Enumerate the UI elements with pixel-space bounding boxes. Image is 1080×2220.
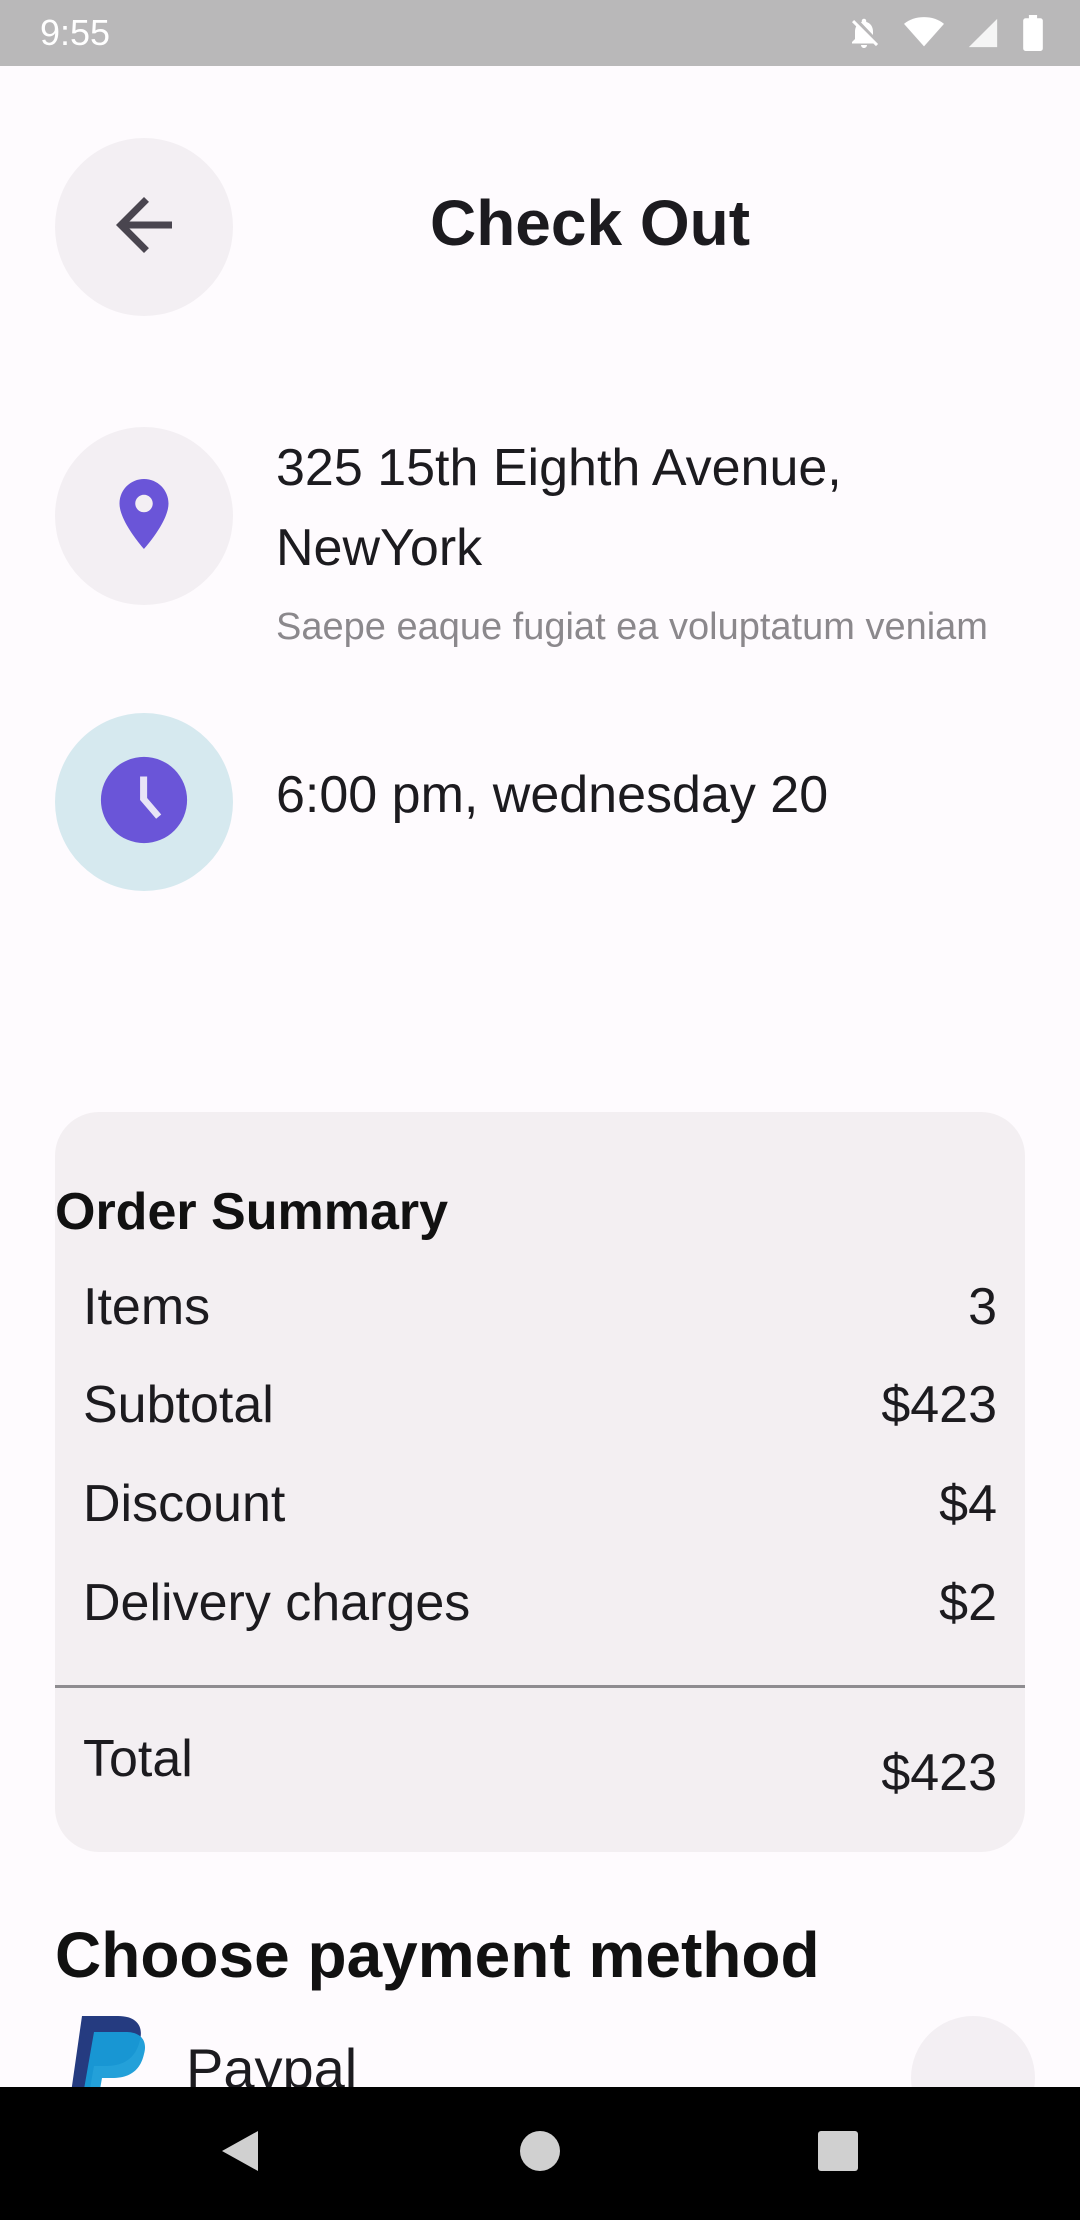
order-summary-title: Order Summary [55, 1183, 449, 1241]
clock-icon [97, 753, 191, 852]
signal-icon [966, 16, 1000, 50]
summary-row-value: $423 [881, 1376, 997, 1434]
navigation-bar [0, 2087, 1080, 2220]
nav-home-button[interactable] [465, 2087, 615, 2220]
summary-row-label: Delivery charges [83, 1574, 471, 1632]
summary-row-total: Total $423 [83, 1729, 997, 1802]
summary-row-label: Items [83, 1278, 211, 1336]
nav-back-button[interactable] [165, 2087, 315, 2220]
order-summary-card: Order Summary Items 3 Subtotal $423 Disc… [55, 1112, 1025, 1852]
location-button[interactable] [55, 427, 233, 605]
summary-row-value: 3 [968, 1278, 997, 1336]
summary-row-delivery-charges: Delivery charges $2 [83, 1568, 997, 1638]
wifi-icon [904, 15, 944, 51]
delivery-address-detail: Saepe eaque fugiat ea voluptatum veniam [276, 606, 988, 648]
summary-row-label: Discount [83, 1475, 286, 1533]
status-icons [846, 15, 1044, 51]
time-button[interactable] [55, 713, 233, 891]
location-pin-icon [102, 472, 186, 561]
page-title: Check Out [429, 187, 751, 259]
total-label: Total [83, 1730, 193, 1788]
status-time: 9:55 [40, 12, 111, 53]
payment-method-title: Choose payment method [55, 1919, 820, 1991]
square-recents-icon [818, 2131, 858, 2176]
summary-row-items: Items 3 [83, 1272, 997, 1342]
summary-row-label: Subtotal [83, 1376, 274, 1434]
summary-row-discount: Discount $4 [83, 1469, 997, 1539]
total-value: $423 [881, 1744, 997, 1802]
summary-row-value: $2 [939, 1574, 997, 1632]
notifications-off-icon [846, 15, 882, 51]
battery-icon [1022, 15, 1044, 51]
summary-row-value: $4 [939, 1475, 997, 1533]
summary-divider [55, 1685, 1025, 1688]
triangle-back-icon [218, 2127, 262, 2180]
nav-recents-button[interactable] [763, 2087, 913, 2220]
status-bar: 9:55 [0, 0, 1080, 66]
delivery-time: 6:00 pm, wednesday 20 [276, 766, 829, 824]
delivery-address: 325 15th Eighth Avenue, NewYork [276, 439, 842, 577]
summary-row-subtotal: Subtotal $423 [83, 1370, 997, 1440]
circle-home-icon [520, 2131, 560, 2176]
